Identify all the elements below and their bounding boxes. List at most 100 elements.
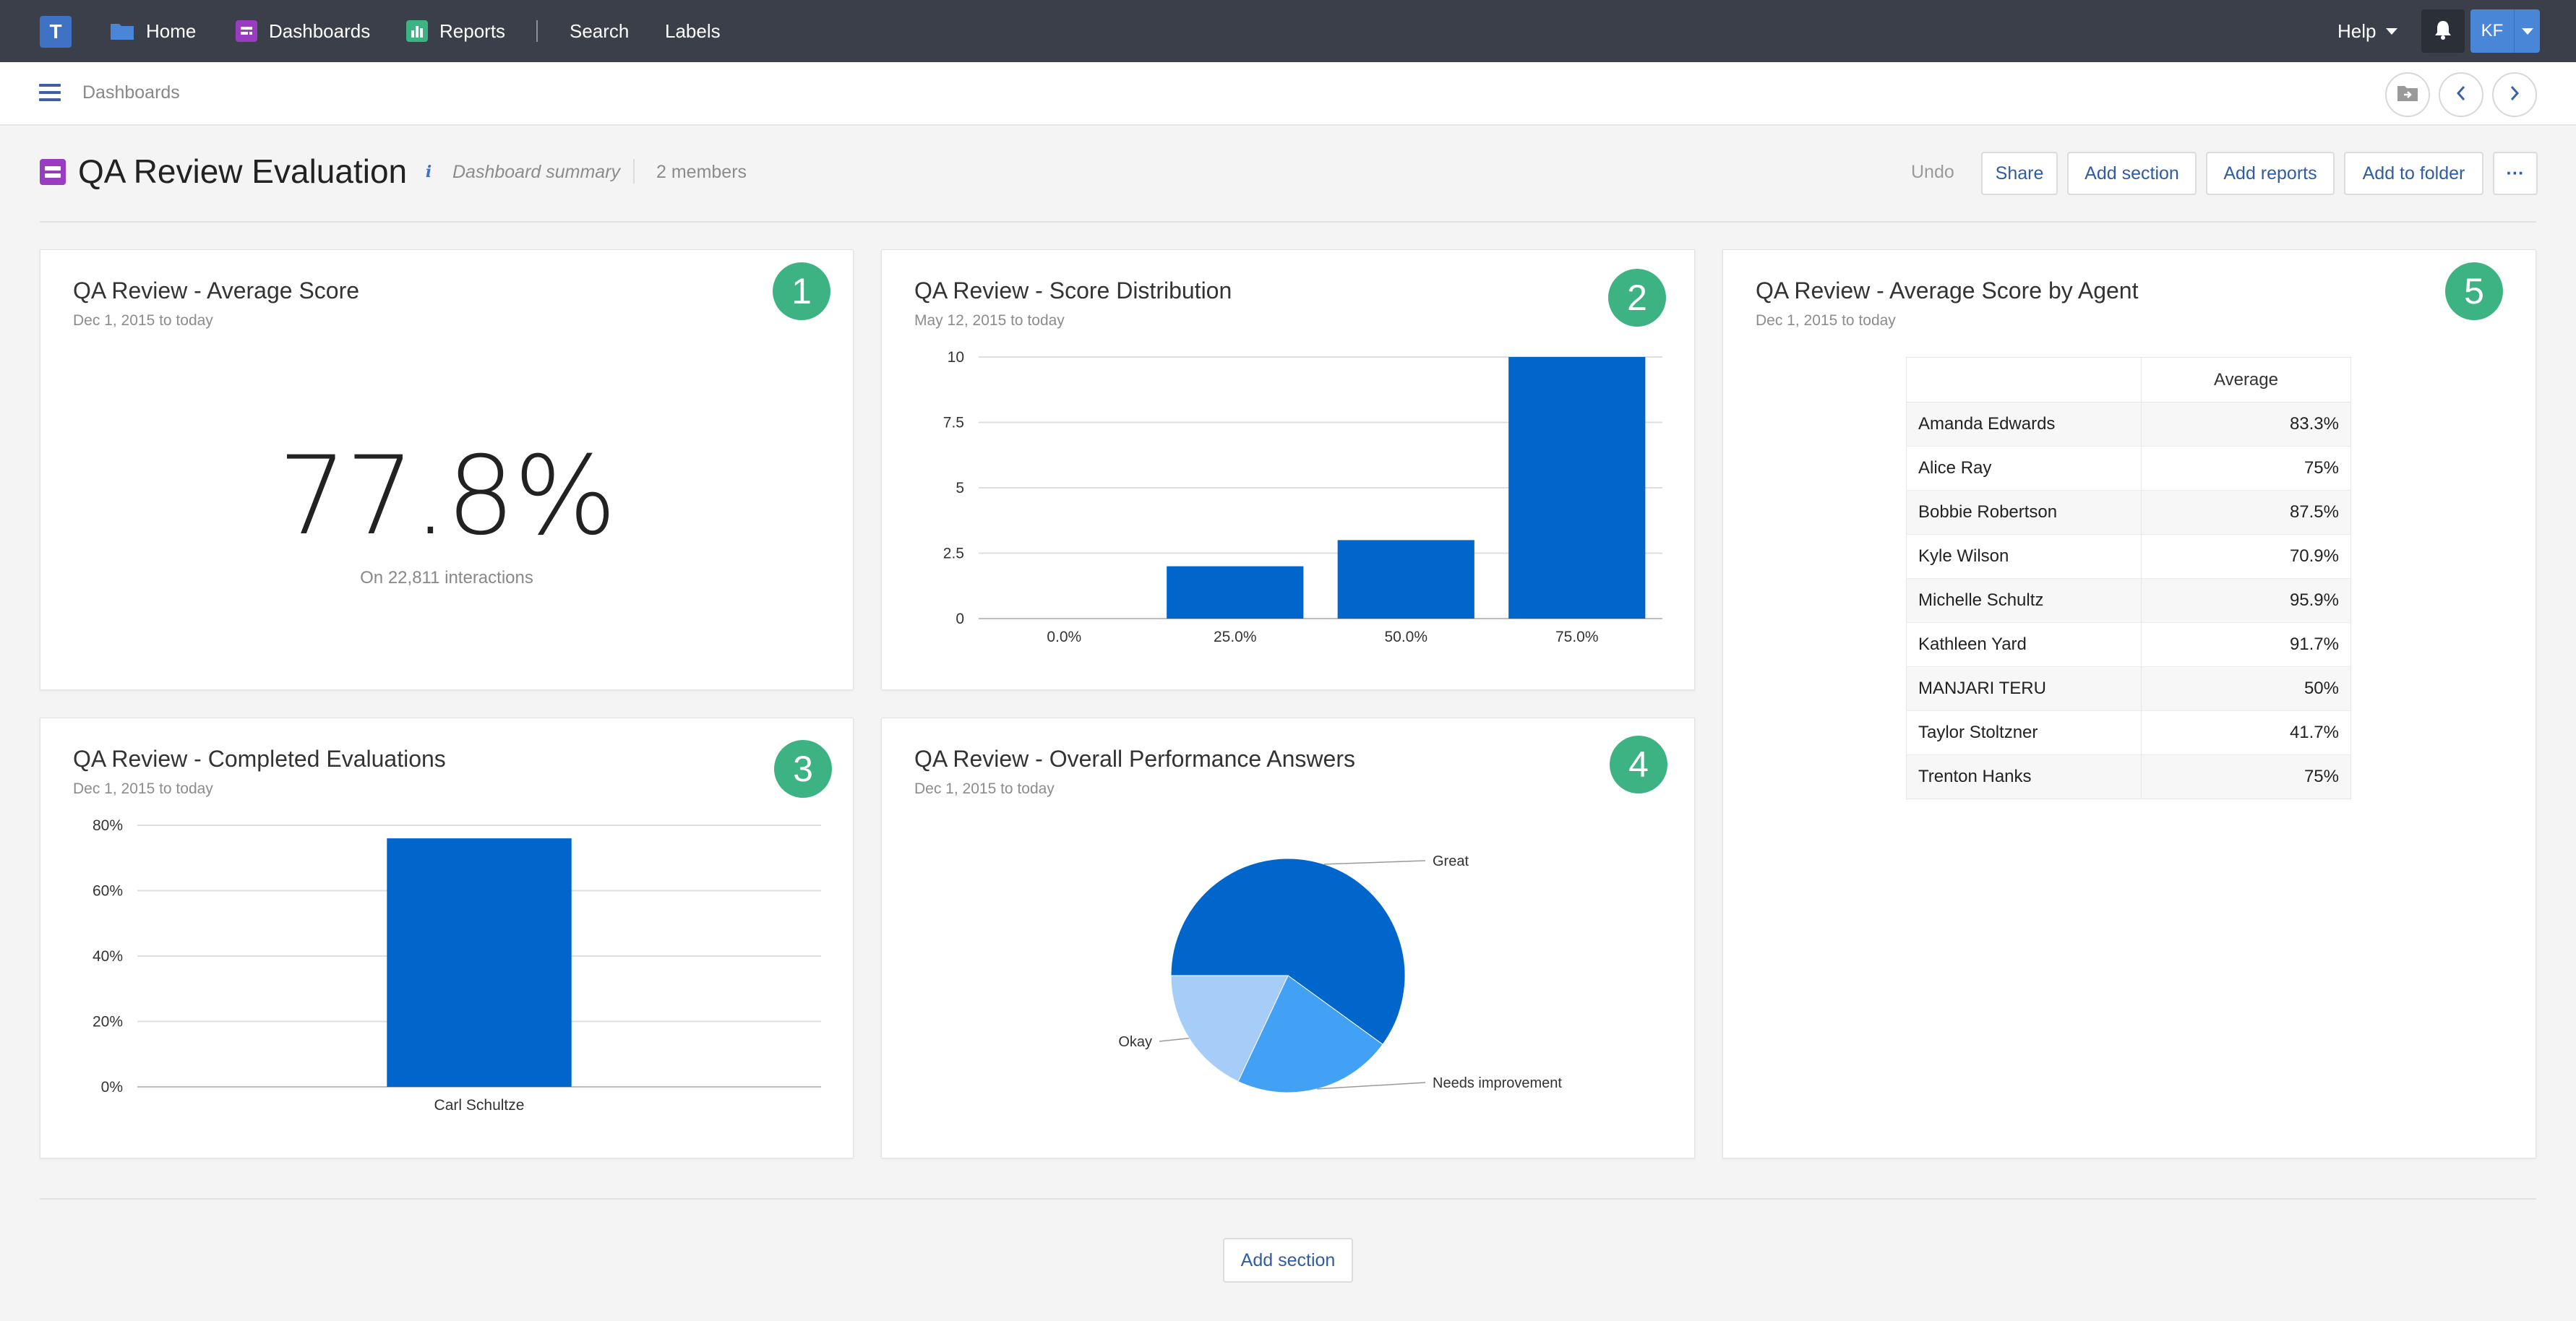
dashboard-icon [236, 20, 257, 42]
add-to-folder-button[interactable]: Add to folder [2344, 152, 2483, 195]
card-number-badge: 1 [773, 262, 830, 320]
table-row: Amanda Edwards 83.3% [1906, 402, 2351, 447]
nav-labels[interactable]: Labels [665, 0, 721, 62]
agent-average: 75% [2141, 754, 2351, 799]
card-average-score[interactable]: QA Review - Average Score Dec 1, 2015 to… [40, 249, 854, 690]
nav-divider [536, 20, 538, 42]
x-tick-label: 0.0% [1047, 629, 1081, 645]
members-count[interactable]: 2 members [656, 162, 747, 183]
page-title: QA Review Evaluation [78, 152, 408, 190]
app-logo[interactable]: T [40, 16, 72, 48]
table-row: Michelle Schultz 95.9% [1906, 578, 2351, 623]
table-row: Bobbie Robertson 87.5% [1906, 490, 2351, 535]
table-header-row: Average [1906, 357, 2351, 403]
move-to-folder-button[interactable] [2385, 72, 2430, 117]
x-tick-label: 75.0% [1555, 629, 1599, 645]
bell-icon [2434, 20, 2452, 43]
dashboard-icon [40, 159, 66, 185]
card-score-distribution[interactable]: QA Review - Score Distribution May 12, 2… [881, 249, 1695, 690]
agent-name: Kathleen Yard [1906, 622, 2142, 667]
bar [1167, 566, 1304, 619]
add-section-button[interactable]: Add section [2067, 152, 2197, 195]
table-row: MANJARI TERU 50% [1906, 666, 2351, 711]
completed-evaluations-chart: 0% 20% 40% 60% 80% Carl Schultze [93, 817, 821, 1114]
y-tick-label: 2.5 [943, 546, 964, 562]
card-completed-evaluations[interactable]: QA Review - Completed Evaluations Dec 1,… [40, 718, 854, 1158]
header-divider-line [40, 221, 2536, 223]
next-button[interactable] [2492, 72, 2537, 117]
help-label: Help [2337, 20, 2377, 42]
table-row: Taylor Stoltzner 41.7% [1906, 710, 2351, 755]
breadcrumb[interactable]: Dashboards [82, 82, 180, 103]
reports-icon [406, 20, 428, 42]
y-tick-label: 0 [956, 611, 964, 627]
top-navigation: T Home Dashboards Reports Search Labels … [0, 0, 2576, 62]
previous-button[interactable] [2439, 72, 2483, 117]
more-options-button[interactable]: ··· [2493, 152, 2538, 195]
card-average-score-by-agent[interactable]: QA Review - Average Score by Agent Dec 1… [1722, 249, 2536, 1158]
agent-name: Bobbie Robertson [1906, 490, 2142, 535]
chevron-down-icon [2521, 27, 2533, 35]
undo-button[interactable]: Undo [1911, 162, 1954, 183]
overall-performance-pie-chart: Great Needs improvement Okay [1118, 853, 1562, 1093]
add-reports-button[interactable]: Add reports [2206, 152, 2335, 195]
bar [1508, 357, 1646, 619]
user-menu-toggle[interactable] [2514, 9, 2540, 53]
header-divider [633, 159, 635, 184]
score-distribution-chart: 0 2.5 5 7.5 10 0.0% 25.0% 50.0% 75.0% [943, 349, 1662, 645]
user-avatar[interactable]: KF [2470, 9, 2514, 53]
chevron-right-icon [2509, 85, 2520, 106]
card-overall-performance[interactable]: QA Review - Overall Performance Answers … [881, 718, 1695, 1158]
pie-label: Great [1433, 853, 1469, 869]
agent-average: 95.9% [2141, 578, 2351, 623]
y-tick-label: 80% [93, 817, 123, 834]
share-button[interactable]: Share [1981, 152, 2058, 195]
table-header-agent [1906, 357, 2142, 403]
nav-reports[interactable]: Reports [406, 0, 505, 62]
notifications-button[interactable] [2421, 9, 2465, 53]
x-tick-label: 50.0% [1384, 629, 1427, 645]
nav-dashboards-label: Dashboards [269, 20, 371, 42]
table-header-average: Average [2141, 357, 2351, 403]
metric-caption: On 22,811 interactions [360, 568, 533, 588]
metric-value: 77.8% [278, 434, 617, 559]
nav-dashboards[interactable]: Dashboards [236, 0, 370, 62]
nav-labels-label: Labels [665, 20, 721, 42]
y-tick-label: 20% [93, 1014, 123, 1030]
bar [387, 838, 572, 1087]
y-tick-label: 7.5 [943, 415, 964, 431]
folder-move-icon [2397, 85, 2418, 106]
agent-average: 70.9% [2141, 534, 2351, 579]
agent-name: Michelle Schultz [1906, 578, 2142, 623]
nav-home[interactable]: Home [110, 0, 196, 62]
bar [1337, 540, 1474, 619]
dashboard-summary[interactable]: Dashboard summary [452, 162, 620, 183]
y-tick-label: 60% [93, 883, 123, 900]
x-tick-label: Carl Schultze [434, 1097, 525, 1114]
dashboard-header: QA Review Evaluation i Dashboard summary… [0, 126, 2576, 223]
menu-icon[interactable] [39, 84, 61, 103]
y-tick-label: 10 [948, 349, 964, 366]
card-number-badge: 5 [2445, 262, 2503, 320]
card-title: QA Review - Average Score [73, 277, 360, 304]
help-menu[interactable]: Help [2337, 0, 2398, 62]
chevron-left-icon [2455, 85, 2467, 106]
footer-divider-line [40, 1198, 2536, 1200]
y-tick-label: 0% [101, 1079, 123, 1096]
nav-search-label: Search [570, 20, 630, 42]
pie-label: Needs improvement [1433, 1075, 1562, 1091]
y-tick-label: 40% [93, 948, 123, 965]
table-row: Kathleen Yard 91.7% [1906, 622, 2351, 667]
agent-name: MANJARI TERU [1906, 666, 2142, 711]
table-row: Kyle Wilson 70.9% [1906, 534, 2351, 579]
agent-average: 41.7% [2141, 710, 2351, 755]
card-subtitle: Dec 1, 2015 to today [73, 312, 213, 329]
pie-leader-line [1159, 1038, 1190, 1042]
nav-search[interactable]: Search [570, 0, 629, 62]
agent-average: 50% [2141, 666, 2351, 711]
agent-score-table: Average Amanda Edwards 83.3% Alice Ray 75%… [1906, 357, 2351, 799]
info-icon[interactable]: i [419, 163, 438, 181]
add-section-bottom-button[interactable]: Add section [1223, 1238, 1353, 1283]
nav-home-label: Home [146, 20, 197, 42]
y-tick-label: 5 [956, 480, 964, 496]
